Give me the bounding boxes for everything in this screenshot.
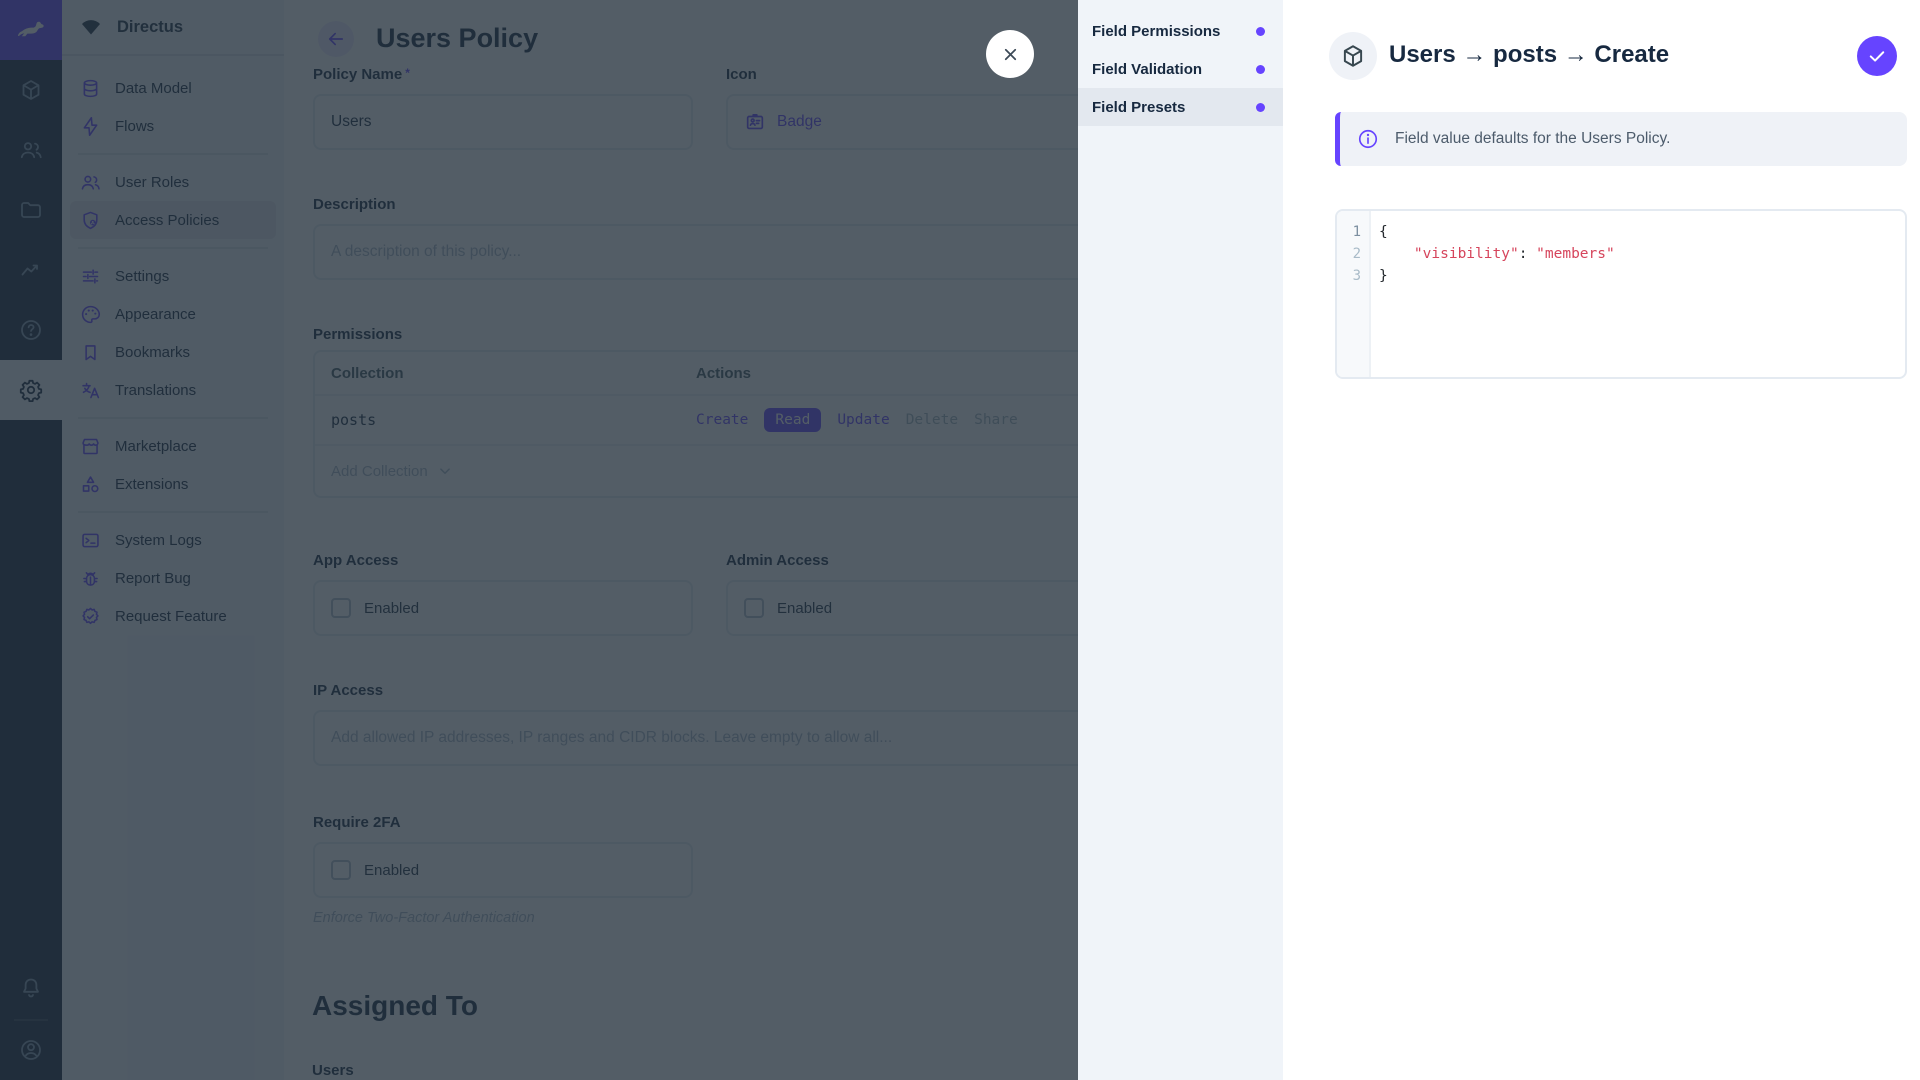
drawer-close-button[interactable] [986,30,1034,78]
info-notice: Field value defaults for the Users Polic… [1335,112,1907,166]
presets-code-editor[interactable]: 1 2 3 { "visibility": "members" } [1335,209,1907,379]
tab-field-validation[interactable]: Field Validation [1078,50,1283,88]
modal-dim-overlay[interactable] [0,0,1078,1080]
check-icon [1867,46,1887,66]
info-notice-text: Field value defaults for the Users Polic… [1395,130,1670,148]
drawer-header-icon-circle [1329,32,1377,80]
close-icon [1001,45,1020,64]
tab-status-dot [1256,27,1265,36]
drawer-title: Users → posts → Create [1389,41,1669,69]
box-icon [1340,43,1366,69]
directus-settings-screen: Directus Data Model Flows User Roles Acc… [0,0,1920,1080]
tab-field-presets[interactable]: Field Presets [1078,88,1283,126]
field-presets-drawer: Users → posts → Create Field value defau… [1283,0,1920,1080]
tab-status-dot [1256,65,1265,74]
info-icon [1357,128,1379,150]
tab-field-permissions[interactable]: Field Permissions [1078,12,1283,50]
code-line-numbers: 1 2 3 [1337,211,1371,377]
code-content[interactable]: { "visibility": "members" } [1371,211,1905,377]
drawer-tab-sidebar: Field Permissions Field Validation Field… [1078,0,1283,1080]
tab-status-dot [1256,103,1265,112]
save-button[interactable] [1857,36,1897,76]
